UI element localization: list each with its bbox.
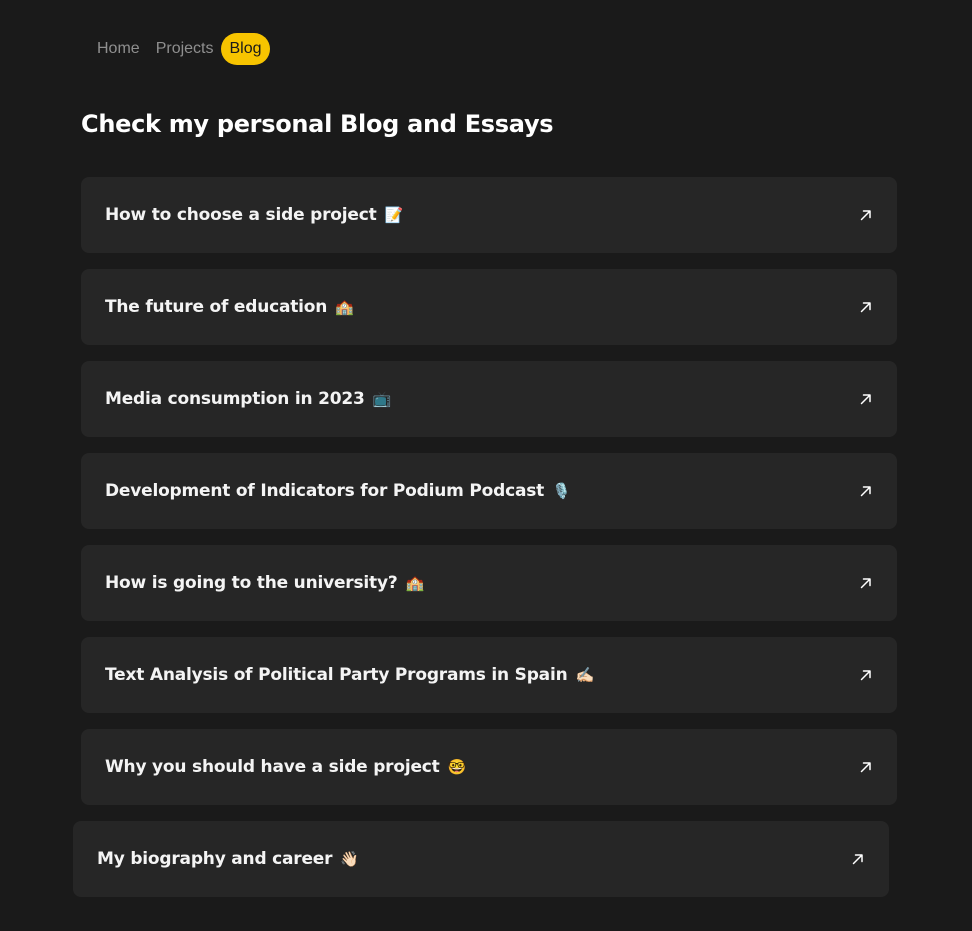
- blog-post-title-text: My biography and career: [97, 849, 333, 869]
- blog-post-card[interactable]: How to choose a side project 📝: [81, 177, 897, 253]
- blog-post-card[interactable]: Why you should have a side project 🤓: [81, 729, 897, 805]
- arrow-up-right-icon: [860, 670, 871, 681]
- blog-post-title-text: Development of Indicators for Podium Pod…: [105, 481, 545, 501]
- nav-item-blog[interactable]: Blog: [221, 33, 270, 65]
- arrow-up-right-icon: [860, 210, 871, 221]
- arrow-up-right-icon: [860, 762, 871, 773]
- nav-item-home[interactable]: Home: [89, 33, 148, 65]
- page-title: Check my personal Blog and Essays: [81, 110, 554, 138]
- blog-post-emoji: 📺: [372, 390, 392, 408]
- arrow-up-right-icon: [860, 302, 871, 313]
- blog-post-emoji: 🎙️: [552, 482, 571, 500]
- blog-post-emoji: 📝: [384, 206, 404, 224]
- blog-post-emoji: ✍🏻: [575, 666, 594, 684]
- blog-post-emoji: 🏫: [405, 574, 425, 592]
- blog-post-title-text: Why you should have a side project: [105, 757, 440, 777]
- blog-post-title: My biography and career 👋🏻: [97, 849, 359, 869]
- nav-item-projects[interactable]: Projects: [148, 33, 222, 65]
- blog-post-title: Text Analysis of Political Party Program…: [105, 665, 594, 685]
- blog-post-emoji: 🏫: [335, 298, 354, 316]
- arrow-up-right-icon: [860, 394, 871, 405]
- blog-post-card[interactable]: The future of education 🏫: [81, 269, 897, 345]
- blog-post-title: Media consumption in 2023 📺: [105, 389, 391, 409]
- arrow-up-right-icon: [860, 578, 871, 589]
- blog-post-emoji: 👋🏻: [340, 850, 359, 868]
- blog-post-card[interactable]: My biography and career 👋🏻: [73, 821, 889, 897]
- arrow-up-right-icon: [852, 854, 863, 865]
- blog-post-title-text: How is going to the university?: [105, 573, 398, 593]
- blog-post-card[interactable]: Text Analysis of Political Party Program…: [81, 637, 897, 713]
- blog-post-title-text: Text Analysis of Political Party Program…: [105, 665, 568, 685]
- blog-post-title-text: How to choose a side project: [105, 205, 377, 225]
- blog-post-title: How is going to the university? 🏫: [105, 573, 424, 593]
- blog-post-card[interactable]: Media consumption in 2023 📺: [81, 361, 897, 437]
- blog-post-title: The future of education 🏫: [105, 297, 354, 317]
- blog-post-card[interactable]: How is going to the university? 🏫: [81, 545, 897, 621]
- blog-post-title: How to choose a side project 📝: [105, 205, 403, 225]
- arrow-up-right-icon: [860, 486, 871, 497]
- blog-post-title: Why you should have a side project 🤓: [105, 757, 466, 777]
- blog-post-title-text: Media consumption in 2023: [105, 389, 365, 409]
- top-nav: Home Projects Blog: [89, 33, 270, 65]
- blog-post-title: Development of Indicators for Podium Pod…: [105, 481, 571, 501]
- blog-post-emoji: 🤓: [447, 758, 467, 776]
- blog-post-card[interactable]: Development of Indicators for Podium Pod…: [81, 453, 897, 529]
- blog-post-title-text: The future of education: [105, 297, 328, 317]
